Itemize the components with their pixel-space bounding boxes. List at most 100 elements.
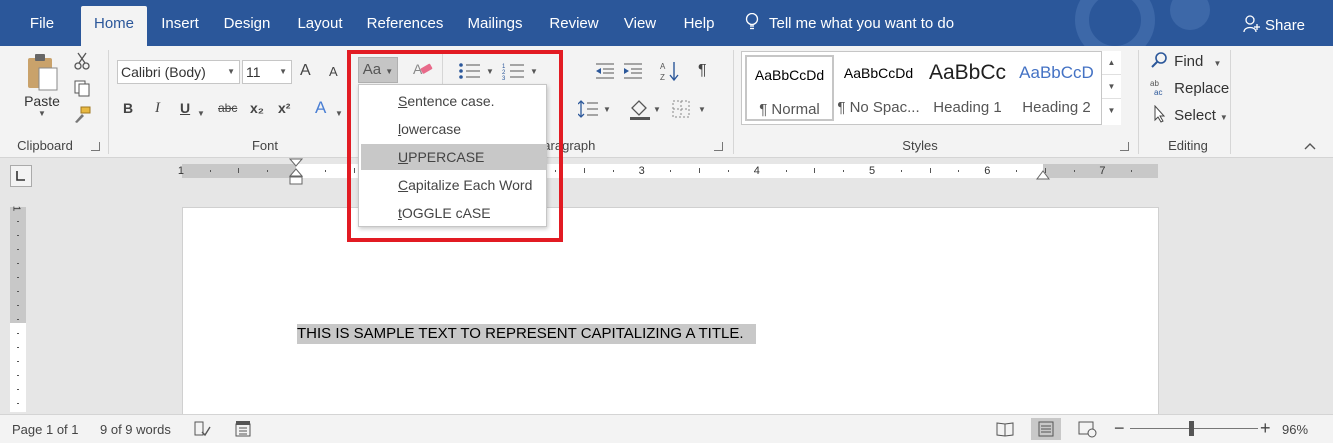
decrease-indent-icon[interactable] xyxy=(594,62,616,80)
borders-icon[interactable]: ▼ xyxy=(672,100,708,118)
change-case-menu: Sentence case. lowercase UPPERCASE Capit… xyxy=(358,84,547,227)
ruler-number: 3 xyxy=(638,165,645,177)
change-case-button[interactable]: Aa ▼ xyxy=(358,57,398,83)
tell-me-box[interactable]: Tell me what you want to do xyxy=(745,6,954,42)
proofing-icon[interactable] xyxy=(193,420,211,438)
ruler-tick xyxy=(17,333,19,334)
underline-dropdown-icon[interactable]: ▼ xyxy=(197,103,205,119)
grow-font-button[interactable]: A xyxy=(300,62,311,80)
style-heading-2[interactable]: AaBbCcD Heading 2 xyxy=(1012,55,1101,121)
right-indent-marker-icon[interactable] xyxy=(1036,170,1050,180)
tab-file[interactable]: File xyxy=(22,6,62,46)
numbering-icon[interactable]: 123 ▼ xyxy=(502,62,542,80)
subscript-button[interactable]: x₂ xyxy=(250,100,264,116)
bold-button[interactable]: B xyxy=(123,100,133,116)
zoom-in-button[interactable]: + xyxy=(1260,418,1271,439)
show-formatting-button[interactable]: ¶ xyxy=(698,62,707,80)
ruler-tick xyxy=(238,168,240,173)
chevron-down-icon: ▼ xyxy=(1219,113,1228,122)
clear-formatting-icon[interactable]: A xyxy=(413,60,433,78)
ruler-tick xyxy=(843,170,845,172)
chevron-down-icon: ▼ xyxy=(1213,59,1222,68)
underline-button[interactable]: U xyxy=(180,100,190,116)
tab-insert[interactable]: Insert xyxy=(155,6,205,46)
italic-button[interactable]: I xyxy=(155,100,160,117)
ruler-number: 1 xyxy=(177,165,184,177)
cut-icon[interactable] xyxy=(73,52,91,70)
tab-references[interactable]: References xyxy=(362,6,448,46)
tab-view[interactable]: View xyxy=(617,6,663,46)
select-button[interactable]: Select ▼ xyxy=(1150,104,1228,124)
ribbon-tab-bar: File Home Insert Design Layout Reference… xyxy=(0,0,1333,60)
menu-item-label: owercase xyxy=(401,121,462,137)
sort-icon[interactable]: AZ xyxy=(660,60,680,82)
vertical-ruler[interactable]: 1 xyxy=(10,206,26,412)
share-button[interactable]: Share xyxy=(1243,8,1305,44)
style-name: Heading 1 xyxy=(933,99,1002,116)
text-effects-dropdown-icon[interactable]: ▼ xyxy=(335,103,343,119)
font-name-box[interactable]: Calibri (Body) ▼ xyxy=(117,60,240,84)
group-divider xyxy=(1138,50,1139,154)
indent-marker-icon[interactable] xyxy=(289,158,303,186)
ruler-tick xyxy=(17,249,19,250)
print-layout-button[interactable] xyxy=(1031,418,1061,440)
paste-button[interactable]: Paste ▼ xyxy=(22,52,62,122)
line-spacing-icon[interactable]: ▼ xyxy=(578,100,612,118)
tab-help[interactable]: Help xyxy=(675,6,723,46)
superscript-button[interactable]: x² xyxy=(278,100,290,116)
ruler-tick xyxy=(17,375,19,376)
font-size-box[interactable]: 11 ▼ xyxy=(242,60,292,84)
menu-item-label: entence case. xyxy=(407,93,495,109)
menu-item-lowercase[interactable]: lowercase xyxy=(361,116,546,142)
word-count[interactable]: 9 of 9 words xyxy=(100,422,171,437)
change-case-label: Aa xyxy=(362,61,382,78)
bullets-icon[interactable]: ▼ xyxy=(458,62,498,80)
styles-gallery-scroller[interactable]: ▲ ▼ ▼ xyxy=(1101,51,1121,125)
horizontal-ruler[interactable]: 11234567 xyxy=(178,164,1158,178)
zoom-percent[interactable]: 96% xyxy=(1282,422,1308,437)
zoom-out-button[interactable]: − xyxy=(1114,418,1125,439)
text-effects-button[interactable]: A xyxy=(315,98,326,118)
ruler-bar: 11234567 xyxy=(0,158,1333,187)
read-mode-button[interactable] xyxy=(990,418,1020,440)
tab-mailings[interactable]: Mailings xyxy=(460,6,530,46)
shrink-font-button[interactable]: A xyxy=(329,64,338,79)
replace-button[interactable]: ab ac Replace xyxy=(1150,78,1229,97)
find-button[interactable]: Find ▼ xyxy=(1150,51,1221,70)
scroll-down-icon[interactable]: ▼ xyxy=(1102,75,1121,99)
tab-review[interactable]: Review xyxy=(543,6,605,46)
style-heading-1[interactable]: AaBbCc Heading 1 xyxy=(923,55,1012,121)
document-page[interactable]: THIS IS SAMPLE TEXT TO REPRESENT CAPITAL… xyxy=(182,207,1159,417)
menu-item-toggle-case[interactable]: tOGGLE cASE xyxy=(361,200,546,226)
format-painter-icon[interactable] xyxy=(73,106,91,124)
page-count[interactable]: Page 1 of 1 xyxy=(12,422,79,437)
style-preview: AaBbCc xyxy=(928,61,1007,84)
style-normal[interactable]: AaBbCcDd ¶ Normal xyxy=(745,55,834,121)
book-icon xyxy=(996,422,1014,437)
styles-launcher-icon[interactable] xyxy=(1120,142,1129,151)
style-no-spacing[interactable]: AaBbCcDd ¶ No Spac... xyxy=(834,55,923,121)
tab-design[interactable]: Design xyxy=(217,6,277,46)
paste-dropdown-icon[interactable]: ▼ xyxy=(22,109,62,118)
menu-item-uppercase[interactable]: UPPERCASE xyxy=(361,144,546,170)
menu-item-label: apitalize Each Word xyxy=(408,177,533,193)
document-text[interactable]: THIS IS SAMPLE TEXT TO REPRESENT CAPITAL… xyxy=(297,324,756,344)
zoom-slider-thumb[interactable] xyxy=(1189,421,1195,436)
collapse-ribbon-icon[interactable] xyxy=(1304,142,1316,150)
macro-icon[interactable] xyxy=(234,420,252,438)
web-layout-button[interactable] xyxy=(1072,418,1102,440)
left-tab-icon xyxy=(16,171,25,181)
menu-item-sentence-case[interactable]: Sentence case. xyxy=(361,88,546,114)
menu-item-capitalize-each-word[interactable]: Capitalize Each Word xyxy=(361,172,546,198)
shading-icon[interactable]: ▼ xyxy=(628,98,662,120)
clipboard-launcher-icon[interactable] xyxy=(91,142,100,151)
tab-layout[interactable]: Layout xyxy=(290,6,350,46)
scroll-up-icon[interactable]: ▲ xyxy=(1102,51,1121,75)
increase-indent-icon[interactable] xyxy=(622,62,644,80)
strikethrough-button[interactable]: abc xyxy=(218,101,237,115)
more-styles-icon[interactable]: ▼ xyxy=(1102,99,1121,123)
paragraph-launcher-icon[interactable] xyxy=(714,142,723,151)
tab-selector[interactable] xyxy=(10,165,32,187)
copy-icon[interactable] xyxy=(73,79,91,97)
tab-home[interactable]: Home xyxy=(81,6,147,46)
